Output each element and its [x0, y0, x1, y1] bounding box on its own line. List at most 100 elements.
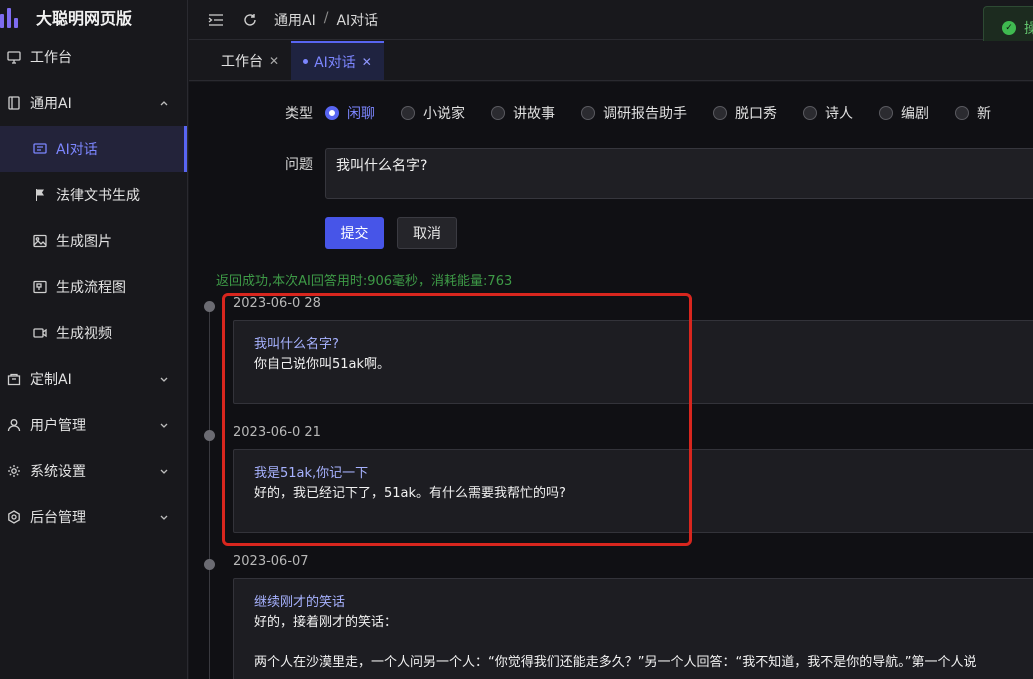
breadcrumb-item: AI对话 [336, 12, 379, 29]
timeline-dot [204, 559, 215, 570]
close-icon[interactable]: ✕ [362, 55, 372, 69]
radio-circle [325, 106, 339, 120]
radio-label: 编剧 [901, 106, 929, 122]
type-radio-storyteller[interactable]: 讲故事 [491, 103, 555, 123]
user-icon [6, 417, 22, 433]
settings-icon [6, 509, 22, 525]
type-radio-new[interactable]: 新 [955, 103, 991, 123]
type-row: 类型 闲聊 小说家 讲故事 调研报告助手 脱口秀 诗人 编剧 新 [285, 103, 1017, 123]
flag-icon [32, 187, 48, 203]
timeline-dot [204, 301, 215, 312]
question-label: 问题 [285, 157, 313, 173]
radio-label: 脱口秀 [735, 106, 777, 122]
main-content: 类型 闲聊 小说家 讲故事 调研报告助手 脱口秀 诗人 编剧 新 问题 我叫什么… [189, 82, 1033, 679]
image-icon [32, 233, 48, 249]
sidebar-item-label: AI对话 [56, 142, 98, 158]
tab-workbench[interactable]: 工作台 ✕ [209, 41, 291, 80]
shop-icon [6, 371, 22, 387]
radio-label: 小说家 [423, 106, 465, 122]
timeline-card: 我是51ak,你记一下 好的，我已经记下了，51ak。有什么需要我帮忙的吗? [233, 449, 1033, 533]
sidebar-item-label: 法律文书生成 [56, 188, 140, 204]
timeline-card: 我叫什么名字? 你自己说你叫51ak啊。 [233, 320, 1033, 404]
radio-circle [491, 106, 505, 120]
radio-circle [401, 106, 415, 120]
timeline-date: 2023-06-07 [233, 554, 309, 569]
radio-label: 新 [977, 106, 991, 122]
refresh-icon[interactable] [242, 12, 258, 28]
page-tabs: 工作台 ✕ AI对话 ✕ [189, 41, 1033, 81]
timeline-date: 2023-06-0 28 [233, 296, 321, 311]
type-label: 类型 [285, 106, 313, 122]
sidebar-item-user-mgmt[interactable]: 用户管理 [0, 402, 187, 448]
chevron-down-icon [159, 372, 169, 388]
sidebar-item-label: 工作台 [30, 50, 72, 66]
sidebar-item-custom-ai[interactable]: 定制AI [0, 356, 187, 402]
type-radio-screenwriter[interactable]: 编剧 [879, 103, 929, 123]
close-icon[interactable]: ✕ [269, 54, 279, 68]
type-radio-group: 闲聊 小说家 讲故事 调研报告助手 脱口秀 诗人 编剧 新 [325, 103, 1017, 123]
submit-button[interactable]: 提交 [325, 217, 384, 249]
timeline-dot [204, 430, 215, 441]
radio-label: 诗人 [825, 106, 853, 122]
video-icon [32, 325, 48, 341]
sidebar-item-label: 后台管理 [30, 510, 86, 526]
timeline-answer: 好的，接着刚才的笑话： 两个人在沙漠里走，一个人问另一个人：“你觉得我们还能走多… [254, 615, 977, 670]
sidebar-item-gen-flowchart[interactable]: 生成流程图 [0, 264, 187, 310]
sidebar: 大聪明网页版 工作台 通用AI AI对话 法律文书生成 生成图片 生成流程图 生… [0, 0, 188, 679]
breadcrumb-item[interactable]: 通用AI [274, 10, 316, 30]
timeline-answer: 你自己说你叫51ak啊。 [254, 357, 391, 372]
timeline-question: 我是51ak,你记一下 [254, 466, 369, 481]
chevron-down-icon [159, 418, 169, 434]
sidebar-item-general-ai[interactable]: 通用AI [0, 80, 187, 126]
chat-icon [32, 141, 48, 157]
sidebar-menu: 工作台 通用AI AI对话 法律文书生成 生成图片 生成流程图 生成视频 定制A… [0, 34, 187, 540]
radio-label: 讲故事 [513, 106, 555, 122]
type-radio-chat[interactable]: 闲聊 [325, 103, 375, 123]
sidebar-item-gen-video[interactable]: 生成视频 [0, 310, 187, 356]
sidebar-item-workbench[interactable]: 工作台 [0, 34, 187, 80]
type-radio-novelist[interactable]: 小说家 [401, 103, 465, 123]
timeline-card: 继续刚才的笑话 好的，接着刚才的笑话： 两个人在沙漠里走，一个人问另一个人：“你… [233, 578, 1033, 679]
type-radio-poet[interactable]: 诗人 [803, 103, 853, 123]
question-input[interactable]: 我叫什么名字? [325, 148, 1033, 199]
brand-logo-icon [0, 6, 26, 28]
tab-ai-chat[interactable]: AI对话 ✕ [291, 41, 384, 80]
app-title: 大聪明网页版 [36, 9, 133, 28]
type-radio-standup[interactable]: 脱口秀 [713, 103, 777, 123]
active-dot-icon [303, 59, 309, 64]
sidebar-item-gen-image[interactable]: 生成图片 [0, 218, 187, 264]
breadcrumb: 通用AI / AI对话 [274, 10, 378, 30]
sidebar-item-label: 生成图片 [56, 234, 112, 250]
sidebar-item-label: 生成视频 [56, 326, 112, 342]
sidebar-item-system-settings[interactable]: 系统设置 [0, 448, 187, 494]
status-message: 返回成功,本次AI回答用时:906毫秒，消耗能量:763 [216, 274, 513, 289]
timeline-line [209, 306, 210, 679]
radio-circle [879, 106, 893, 120]
question-row: 问题 我叫什么名字? [285, 148, 1033, 199]
book-icon [6, 95, 22, 111]
monitor-icon [6, 49, 22, 65]
sidebar-item-legal-doc[interactable]: 法律文书生成 [0, 172, 187, 218]
brand: 大聪明网页版 [0, 0, 187, 34]
sidebar-item-ai-chat[interactable]: AI对话 [0, 126, 187, 172]
sidebar-item-label: 生成流程图 [56, 280, 126, 296]
flowchart-icon [32, 279, 48, 295]
sidebar-item-label: 系统设置 [30, 464, 86, 480]
timeline-date: 2023-06-0 21 [233, 425, 321, 440]
cancel-button[interactable]: 取消 [397, 217, 457, 249]
sidebar-item-label: 通用AI [30, 96, 72, 112]
sidebar-item-label: 定制AI [30, 372, 72, 388]
radio-label: 闲聊 [347, 106, 375, 122]
sidebar-item-admin[interactable]: 后台管理 [0, 494, 187, 540]
timeline-question: 继续刚才的笑话 [254, 595, 346, 610]
check-circle-icon: ✓ [1002, 21, 1016, 35]
radio-circle [581, 106, 595, 120]
toast-text: 操 [1024, 21, 1033, 37]
type-radio-research[interactable]: 调研报告助手 [581, 103, 687, 123]
menu-fold-icon[interactable] [208, 12, 224, 28]
radio-circle [955, 106, 969, 120]
chevron-up-icon [159, 96, 169, 112]
radio-circle [803, 106, 817, 120]
breadcrumb-separator: / [323, 9, 329, 26]
tab-label: 工作台 [221, 53, 263, 70]
